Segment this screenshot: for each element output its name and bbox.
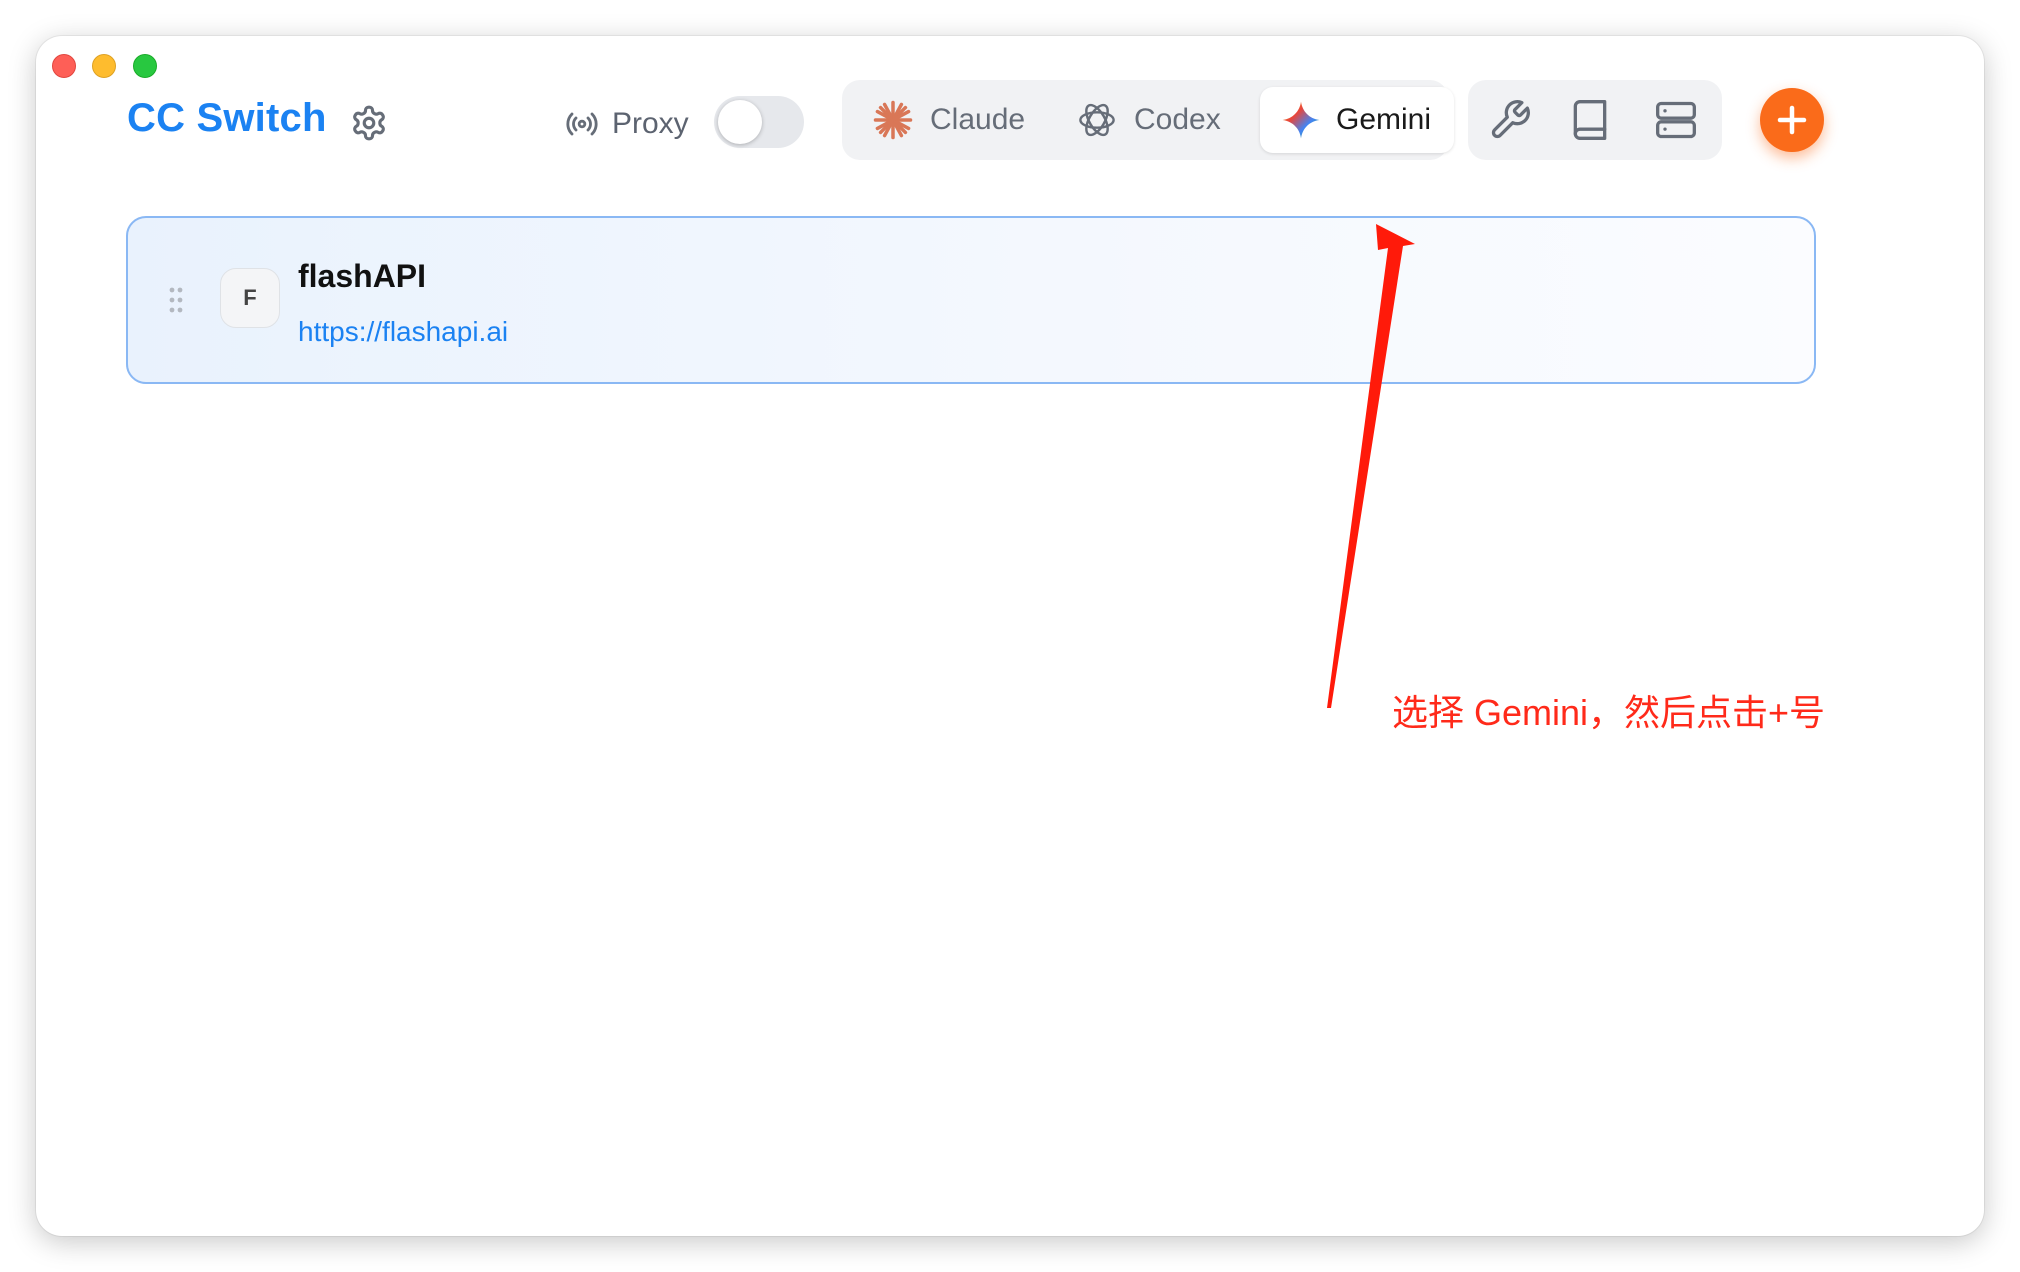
annotation-arrow — [1327, 224, 1415, 708]
provider-url[interactable]: https://flashapi.ai — [298, 316, 508, 348]
window-close-button[interactable] — [52, 54, 76, 78]
wrench-icon[interactable] — [1488, 98, 1532, 142]
tab-codex-label: Codex — [1134, 103, 1221, 136]
tab-claude-label: Claude — [930, 103, 1026, 136]
tab-claude[interactable]: Claude — [852, 87, 1052, 153]
proxy-label: Proxy — [612, 107, 689, 140]
provider-card[interactable]: F flashAPI https://flashapi.ai — [126, 216, 1816, 384]
drag-handle-icon[interactable] — [168, 286, 184, 314]
broadcast-icon — [566, 112, 598, 136]
proxy-control: Proxy — [565, 100, 689, 148]
gemini-sparkle-icon — [1282, 101, 1320, 139]
claude-starburst-icon — [873, 100, 913, 140]
tab-codex[interactable]: Codex — [1056, 87, 1256, 153]
proxy-toggle[interactable] — [714, 96, 804, 148]
add-provider-button[interactable] — [1760, 88, 1824, 152]
tab-gemini-label: Gemini — [1336, 103, 1432, 136]
tab-gemini[interactable]: Gemini — [1260, 87, 1454, 153]
app-tab-bar: Claude Codex Gemini — [842, 80, 1454, 160]
window-maximize-button[interactable] — [133, 54, 157, 78]
tool-bar — [1468, 80, 1722, 160]
app-title: CC Switch — [127, 96, 327, 140]
provider-avatar: F — [220, 268, 280, 328]
server-icon[interactable] — [1654, 98, 1698, 142]
annotation-text: 选择 Gemini，然后点击+号 — [1392, 692, 1826, 733]
book-icon[interactable] — [1568, 98, 1612, 142]
window-minimize-button[interactable] — [92, 54, 116, 78]
plus-icon — [1777, 105, 1807, 135]
proxy-toggle-knob — [718, 100, 762, 144]
gear-icon[interactable] — [350, 104, 388, 142]
openai-knot-icon — [1079, 103, 1115, 137]
provider-name: flashAPI — [298, 258, 427, 294]
